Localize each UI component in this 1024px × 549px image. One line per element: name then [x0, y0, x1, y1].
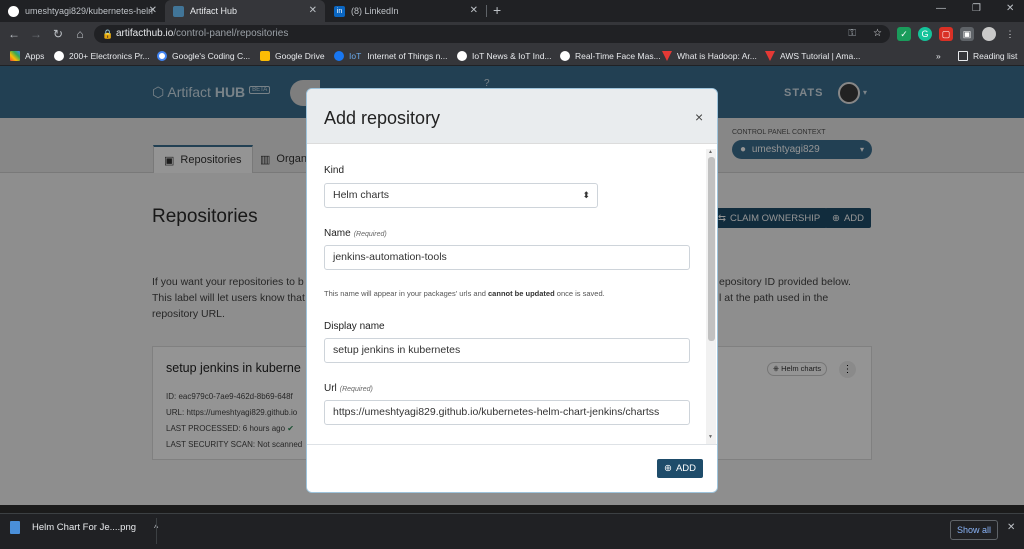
lock-icon: 🔒 [102, 29, 114, 39]
bookmark-apps[interactable]: Apps [10, 46, 44, 66]
extension-grammarly-icon[interactable]: G [918, 27, 932, 41]
display-name-label: Display name [324, 321, 385, 332]
close-tab-icon[interactable]: ✕ [149, 5, 157, 16]
bookmark-aws[interactable]: AWS Tutorial | Ama... [765, 46, 860, 66]
modal-title: Add repository [324, 108, 441, 128]
globe-icon [457, 51, 467, 61]
profile-avatar[interactable] [982, 27, 996, 41]
close-downloads-icon[interactable]: ✕ [1007, 522, 1015, 533]
url-input[interactable]: https://umeshtyagi829.github.io/kubernet… [324, 400, 690, 425]
reload-icon[interactable]: ↻ [50, 26, 66, 42]
bookmark-iot-news[interactable]: IoT News & IoT Ind... [457, 46, 552, 66]
add-repository-modal: Add repository × Kind Helm charts ⬍ Name… [306, 88, 718, 493]
github-icon [8, 5, 19, 17]
close-window-icon[interactable]: ✕ [1006, 3, 1014, 14]
facebook-icon [334, 51, 344, 61]
close-tab-icon[interactable]: ✕ [470, 5, 478, 16]
modal-scrollbar-thumb[interactable] [708, 157, 715, 341]
bookmark-face-mask[interactable]: Real-Time Face Mas... [560, 46, 661, 66]
kind-select[interactable]: Helm charts ⬍ [324, 183, 598, 208]
globe-icon [560, 51, 570, 61]
menu-kebab-icon[interactable]: ⋮ [1003, 27, 1017, 41]
scroll-up-icon[interactable]: ▲ [708, 149, 713, 155]
browser-tab-github[interactable]: umeshtyagi829/kubernetes-helm ✕ [0, 0, 165, 22]
maximize-window-icon[interactable]: ❐ [972, 3, 981, 14]
back-icon[interactable]: ← [6, 26, 22, 42]
google-drive-icon [260, 51, 270, 61]
close-tab-icon[interactable]: ✕ [309, 5, 317, 16]
forward-icon[interactable]: → [28, 26, 44, 42]
url-label: Url (Required) [324, 383, 373, 394]
extension-save-icon[interactable]: ▢ [939, 27, 953, 41]
linkedin-icon: in [334, 5, 345, 17]
page-footer-strip [0, 505, 1024, 513]
bookmarks-overflow[interactable]: » [936, 46, 941, 66]
site-icon [765, 51, 775, 61]
google-icon [157, 51, 167, 61]
bookmark-electronics[interactable]: 200+ Electronics Pr... [54, 46, 150, 66]
bookmark-star-icon[interactable]: ☆ [873, 25, 882, 43]
reading-list[interactable]: Reading list [958, 46, 1017, 66]
site-icon [54, 51, 64, 61]
bookmark-google-coding[interactable]: Google's Coding C... [157, 46, 250, 66]
select-arrows-icon: ⬍ [582, 190, 590, 200]
artifacthub-icon [173, 5, 184, 17]
new-tab-button[interactable]: + [493, 2, 501, 18]
home-icon[interactable]: ⌂ [72, 26, 88, 42]
modal-add-button[interactable]: ⊕ ADD [657, 459, 704, 478]
show-all-downloads-button[interactable]: Show all [950, 520, 998, 540]
minimize-window-icon[interactable]: — [936, 3, 946, 14]
apps-grid-icon [10, 51, 20, 61]
browser-tab-linkedin[interactable]: in (8) LinkedIn ✕ [326, 0, 486, 22]
close-icon[interactable]: × [695, 109, 703, 125]
kind-label: Kind [324, 165, 345, 176]
site-icon [662, 51, 672, 61]
name-label: Name (Required) [324, 228, 387, 239]
image-file-icon [10, 521, 20, 534]
bookmark-hadoop[interactable]: What is Hadoop: Ar... [662, 46, 757, 66]
key-icon[interactable]: ⚿ [848, 25, 856, 43]
iot-icon: IoT [349, 51, 362, 61]
reading-list-icon [958, 51, 968, 61]
name-input[interactable]: jenkins-automation-tools [324, 245, 690, 270]
bookmark-google-drive[interactable]: Google Drive [260, 46, 325, 66]
extensions-puzzle-icon[interactable] [962, 27, 976, 41]
download-item[interactable]: Helm Chart For Je....png ^ [10, 521, 158, 534]
plus-circle-icon: ⊕ [664, 463, 672, 474]
display-name-input[interactable]: setup jenkins in kubernetes [324, 338, 690, 363]
extension-shield-icon[interactable]: ✓ [897, 27, 911, 41]
browser-tab-artifacthub[interactable]: Artifact Hub ✕ [165, 0, 325, 22]
scroll-down-icon[interactable]: ▼ [708, 434, 713, 440]
bookmark-iot[interactable]: IoT Internet of Things n... [334, 46, 447, 66]
name-help-text: This name will appear in your packages' … [324, 289, 605, 298]
address-bar[interactable]: 🔒 artifacthub.io/control-panel/repositor… [94, 25, 890, 43]
